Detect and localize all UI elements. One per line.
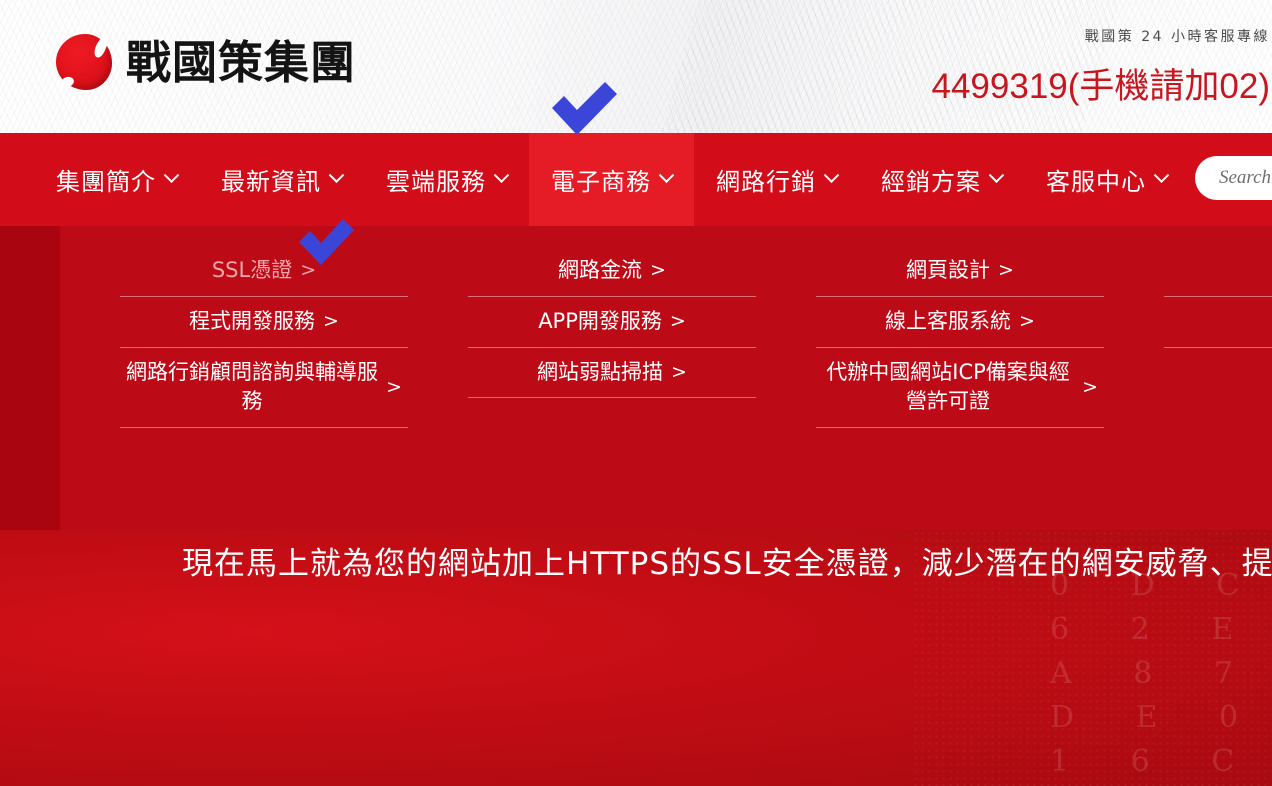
site-logo[interactable]: 戰國策集團 bbox=[56, 34, 356, 90]
nav-item-ecommerce[interactable]: 電子商務 bbox=[529, 133, 694, 226]
dropdown-link-website-backup[interactable]: 網站備 bbox=[1164, 297, 1272, 348]
dropdown-link-label: 程式開發服務 bbox=[189, 308, 316, 333]
chevron-down-icon bbox=[658, 167, 675, 184]
chevron-down-icon bbox=[493, 167, 510, 184]
chevron-right-icon: > bbox=[300, 259, 317, 282]
chevron-right-icon: > bbox=[669, 310, 686, 333]
nav-item-reseller-plan[interactable]: 經銷方案 bbox=[859, 133, 1024, 226]
red-ink-circle-logo-icon bbox=[56, 34, 112, 90]
ecommerce-dropdown-menu: SSL憑證 > 程式開發服務 > 網路行銷顧問諮詢與輔導服務 > 網路金流 > bbox=[0, 226, 1272, 530]
chevron-right-icon: > bbox=[998, 259, 1014, 282]
nav-item-label: 電子商務 bbox=[551, 168, 651, 196]
dropdown-link-program-development[interactable]: 程式開發服務 > bbox=[120, 297, 408, 348]
dropdown-link-label: 網頁設計 bbox=[906, 258, 991, 282]
dropdown-column-4: API 網站備 bbox=[1134, 226, 1272, 428]
dropdown-link-app-development[interactable]: APP開發服務 > bbox=[468, 297, 756, 348]
chevron-down-icon bbox=[1153, 167, 1170, 184]
banner-headline: 現在馬上就為您的網站加上HTTPS的SSL安全憑證，減少潛在的網安威脅、提高顧客… bbox=[182, 546, 1272, 582]
site-header: 戰國策集團 戰國策 24 小時客服專線 4499319(手機請加02) bbox=[0, 0, 1272, 133]
chevron-down-icon bbox=[823, 167, 840, 184]
dropdown-link-label: APP開發服務 bbox=[538, 308, 662, 333]
dropdown-link-label: 代辦中國網站ICP備案與經營許可證 bbox=[826, 359, 1070, 414]
dropdown-link-ssl-certificate[interactable]: SSL憑證 > bbox=[120, 246, 408, 297]
dropdown-column-1: SSL憑證 > 程式開發服務 > 網路行銷顧問諮詢與輔導服務 > bbox=[90, 226, 438, 429]
nav-item-label: 雲端服務 bbox=[386, 168, 486, 196]
dropdown-link-china-icp-filing[interactable]: 代辦中國網站ICP備案與經營許可證 > bbox=[816, 348, 1104, 429]
contact-block: 戰國策 24 小時客服專線 4499319(手機請加02) bbox=[932, 26, 1272, 109]
nav-item-online-marketing[interactable]: 網路行銷 bbox=[694, 133, 859, 226]
dropdown-link-marketing-consulting[interactable]: 網路行銷顧問諮詢與輔導服務 > bbox=[120, 348, 408, 429]
chevron-right-icon: > bbox=[650, 259, 666, 282]
nav-item-latest-news[interactable]: 最新資訊 bbox=[199, 133, 364, 226]
dropdown-panel: SSL憑證 > 程式開發服務 > 網路行銷顧問諮詢與輔導服務 > 網路金流 > bbox=[60, 226, 1272, 530]
chevron-right-icon: > bbox=[323, 310, 339, 333]
nav-item-group-intro[interactable]: 集團簡介 bbox=[0, 133, 199, 226]
main-navbar: 集團簡介 最新資訊 雲端服務 電子商務 網路行銷 經銷方案 客服中心 bbox=[0, 133, 1272, 226]
nav-item-label: 網路行銷 bbox=[716, 168, 816, 196]
nav-item-label: 經銷方案 bbox=[881, 168, 981, 196]
dropdown-link-api-service[interactable]: API bbox=[1164, 246, 1272, 297]
contact-phone[interactable]: 4499319(手機請加02) bbox=[932, 58, 1271, 109]
dropdown-link-online-payment[interactable]: 網路金流 > bbox=[468, 246, 756, 297]
dropdown-link-label: 網路行銷顧問諮詢與輔導服務 bbox=[126, 359, 379, 414]
dropdown-link-label: 網站弱點掃描 bbox=[537, 359, 664, 384]
nav-item-customer-service[interactable]: 客服中心 bbox=[1024, 133, 1189, 226]
nav-item-label: 客服中心 bbox=[1046, 168, 1146, 196]
dropdown-columns: SSL憑證 > 程式開發服務 > 網路行銷顧問諮詢與輔導服務 > 網路金流 > bbox=[90, 226, 1272, 429]
nav-item-list: 集團簡介 最新資訊 雲端服務 電子商務 網路行銷 經銷方案 客服中心 bbox=[0, 133, 1189, 226]
chevron-right-icon: > bbox=[671, 361, 687, 384]
dropdown-link-label: 線上客服系統 bbox=[885, 308, 1012, 333]
dropdown-link-live-chat-system[interactable]: 線上客服系統 > bbox=[816, 297, 1104, 348]
chevron-down-icon bbox=[988, 167, 1005, 184]
nav-item-label: 集團簡介 bbox=[56, 168, 156, 196]
hero-banner: 0 D C 6 2 E A 8 7 D E 0 1 6 C 9 D 現在馬上就為… bbox=[0, 530, 1272, 786]
dropdown-link-vulnerability-scan[interactable]: 網站弱點掃描 > bbox=[468, 348, 756, 399]
chevron-right-icon: > bbox=[1019, 310, 1035, 333]
dropdown-link-label: 網路金流 bbox=[558, 258, 643, 282]
chevron-down-icon bbox=[163, 167, 180, 184]
nav-item-label: 最新資訊 bbox=[221, 168, 321, 196]
chevron-right-icon: > bbox=[1082, 375, 1098, 398]
dropdown-link-web-design[interactable]: 網頁設計 > bbox=[816, 246, 1104, 297]
search-input[interactable] bbox=[1219, 167, 1272, 189]
nav-item-cloud-service[interactable]: 雲端服務 bbox=[364, 133, 529, 226]
contact-label: 戰國策 24 小時客服專線 bbox=[1084, 29, 1270, 45]
chevron-right-icon: > bbox=[386, 375, 402, 398]
chevron-down-icon bbox=[328, 167, 345, 184]
dropdown-column-2: 網路金流 > APP開發服務 > 網站弱點掃描 > bbox=[438, 226, 786, 428]
dropdown-column-3: 網頁設計 > 線上客服系統 > 代辦中國網站ICP備案與經營許可證 > bbox=[786, 226, 1134, 429]
logo-text: 戰國策集團 bbox=[126, 35, 357, 89]
dropdown-link-label: SSL憑證 bbox=[211, 258, 293, 282]
search-box[interactable] bbox=[1195, 156, 1272, 200]
